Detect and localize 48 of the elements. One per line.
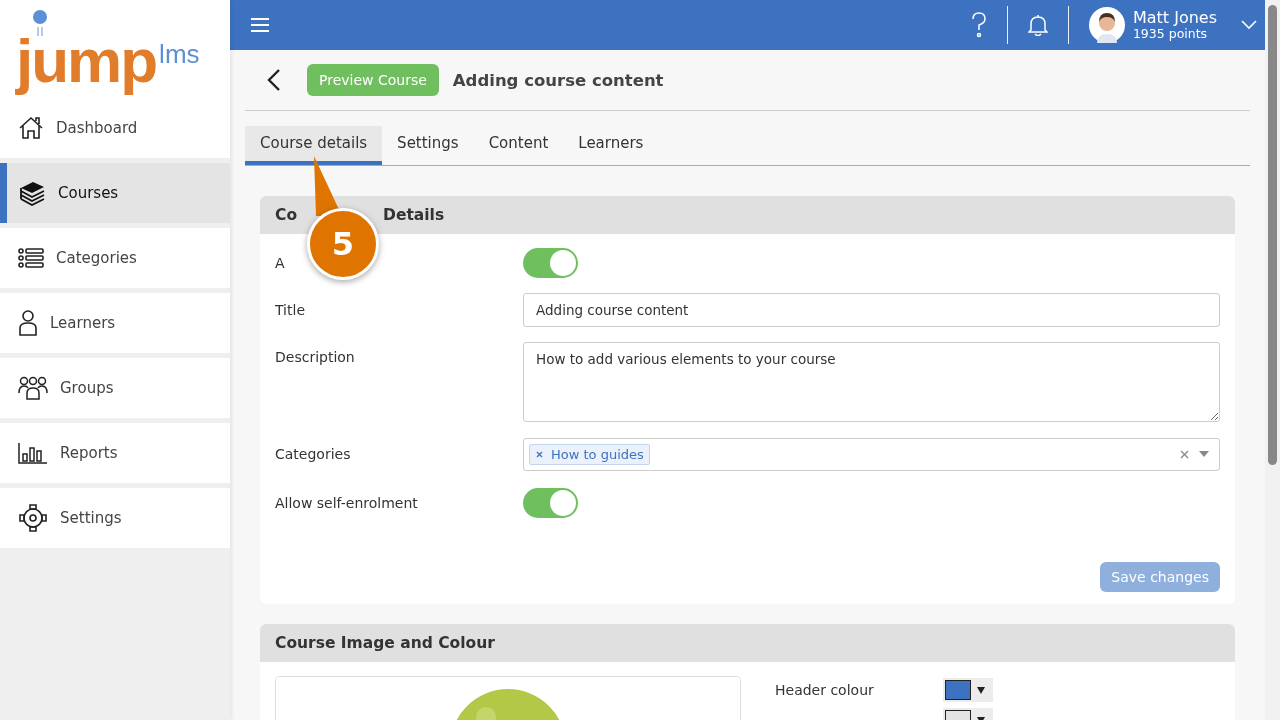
bell-icon[interactable] xyxy=(1027,14,1048,36)
help-icon[interactable] xyxy=(970,12,987,38)
avatar[interactable] xyxy=(1088,7,1125,43)
back-icon[interactable] xyxy=(267,68,281,92)
field-label: Description xyxy=(275,348,356,365)
user-name: Matt Jones xyxy=(1132,8,1217,27)
sidebar-item[interactable]: Groups xyxy=(0,358,230,418)
sidebar-item[interactable]: Categories xyxy=(0,228,230,288)
field-label: Allow self-enrolment xyxy=(275,495,419,511)
section-title: Details xyxy=(383,206,445,224)
menu-icon[interactable] xyxy=(250,17,270,33)
toggle-switch[interactable] xyxy=(523,248,578,278)
sidebar-item[interactable]: Settings xyxy=(0,488,230,548)
page-title: Adding course content xyxy=(452,70,664,90)
description-field[interactable]: How to add various elements to your course xyxy=(523,342,1220,422)
house-icon xyxy=(18,115,44,141)
title-field[interactable]: Adding course content xyxy=(523,293,1220,327)
colour-picker[interactable] xyxy=(943,678,993,702)
sidebar-item[interactable]: Learners xyxy=(0,293,230,353)
field-label: Header colour xyxy=(775,682,875,698)
settings-icon xyxy=(18,503,48,533)
field-label: Categories xyxy=(275,446,352,462)
bar-chart-icon xyxy=(18,442,48,464)
scrollbar-thumb[interactable] xyxy=(1268,5,1277,465)
tab[interactable]: Content xyxy=(473,126,564,165)
chevron-down-icon[interactable] xyxy=(1241,20,1257,30)
person-icon xyxy=(18,310,38,336)
tab[interactable]: Course details xyxy=(245,126,383,165)
section-title: Co xyxy=(275,206,298,224)
sidebar-item[interactable]: Reports xyxy=(0,423,230,483)
field-label: A xyxy=(275,255,286,271)
caret-icon xyxy=(977,686,985,694)
toggle-switch[interactable] xyxy=(523,488,578,518)
remove-icon[interactable] xyxy=(536,450,543,458)
sidebar-item[interactable]: Courses xyxy=(0,163,230,223)
categories-field[interactable]: How to guides xyxy=(523,437,1220,471)
field-label: Title xyxy=(275,302,306,318)
user-points: 1935 points xyxy=(1132,27,1209,42)
clear-icon[interactable] xyxy=(1180,449,1189,459)
list-icon xyxy=(18,247,44,269)
tab[interactable]: Learners xyxy=(563,126,659,165)
sidebar-item[interactable]: Dashboard xyxy=(0,98,230,158)
category-tag: How to guides xyxy=(529,443,650,465)
dropdown-caret-icon[interactable] xyxy=(1199,451,1209,457)
group-icon xyxy=(18,376,48,400)
section-title: Course Image and Colour xyxy=(275,634,495,652)
tab[interactable]: Settings xyxy=(382,126,474,165)
books-icon xyxy=(18,180,46,206)
